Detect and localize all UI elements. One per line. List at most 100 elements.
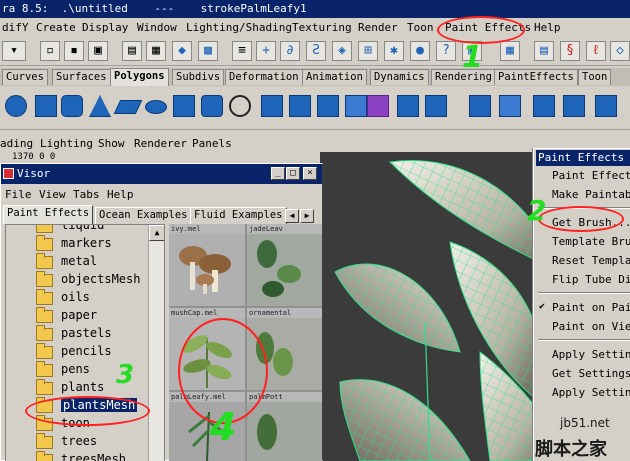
menu-item-make-paintable[interactable]: Make Paintable bbox=[552, 188, 630, 201]
menu-item-paint-on-paintable[interactable]: Paint on Paint bbox=[552, 301, 630, 314]
menu-item-reset-template[interactable]: Reset Template bbox=[552, 254, 630, 267]
close-icon[interactable]: × bbox=[303, 167, 317, 180]
brush-thumb-ivy[interactable]: ivy.mel bbox=[169, 224, 245, 306]
menu-item-paint-on-view[interactable]: Paint on View bbox=[552, 320, 630, 333]
folder-oils[interactable]: oils bbox=[36, 289, 156, 307]
minimize-icon[interactable]: _ bbox=[271, 167, 285, 180]
visor-menu-tabs[interactable]: Tabs bbox=[73, 188, 100, 201]
folder-liquid[interactable]: liquid bbox=[36, 225, 156, 235]
layer-editor-icon[interactable]: ◇ bbox=[610, 41, 630, 61]
input-line-icon[interactable]: § bbox=[560, 41, 580, 61]
select-object-icon[interactable]: ▦ bbox=[146, 41, 166, 61]
open-scene-icon[interactable]: ▪ bbox=[64, 41, 84, 61]
ipr-render-icon[interactable]: ? bbox=[436, 41, 456, 61]
visor-tab-paint-effects[interactable]: Paint Effects bbox=[3, 205, 94, 224]
folder-pens[interactable]: pens bbox=[36, 361, 156, 379]
folder-metal[interactable]: metal bbox=[36, 253, 156, 271]
split-polygon-icon[interactable] bbox=[496, 91, 524, 123]
visor-menu-view[interactable]: View bbox=[39, 188, 66, 201]
poly-helix-icon[interactable] bbox=[226, 91, 254, 123]
folder-markers[interactable]: markers bbox=[36, 235, 156, 253]
save-scene-icon[interactable]: ▣ bbox=[88, 41, 108, 61]
extrude-face-icon[interactable] bbox=[394, 91, 422, 123]
tab-deformation[interactable]: Deformation bbox=[225, 69, 303, 85]
menu-modify[interactable]: difY bbox=[2, 21, 29, 34]
folder-treesmesh[interactable]: treesMesh bbox=[36, 451, 156, 461]
visor-menu-file[interactable]: File bbox=[5, 188, 32, 201]
poly-prism-icon[interactable] bbox=[170, 91, 198, 123]
brush-thumb-jade-leaves[interactable]: jadeLeav bbox=[247, 224, 322, 306]
merge-icon[interactable] bbox=[560, 91, 588, 123]
poly-cone-icon[interactable] bbox=[86, 91, 114, 123]
select-component-icon[interactable]: ◆ bbox=[172, 41, 192, 61]
menu-lighting-shading[interactable]: Lighting/Shading bbox=[186, 21, 292, 34]
menu-window[interactable]: Window bbox=[137, 21, 177, 34]
folder-plants[interactable]: plants bbox=[36, 379, 156, 397]
menu-render[interactable]: Render bbox=[358, 21, 398, 34]
tab-dynamics[interactable]: Dynamics bbox=[370, 69, 429, 85]
tab-surfaces[interactable]: Surfaces bbox=[52, 69, 111, 85]
make-live-icon[interactable]: ⊞ bbox=[358, 41, 378, 61]
poke-icon[interactable] bbox=[592, 91, 620, 123]
poly-sphere-icon[interactable] bbox=[2, 91, 30, 123]
folder-trees[interactable]: trees bbox=[36, 433, 156, 451]
visor-menu-help[interactable]: Help bbox=[107, 188, 134, 201]
poly-pipe-icon[interactable] bbox=[198, 91, 226, 123]
tool-settings-icon[interactable]: ℓ bbox=[586, 41, 606, 61]
snap-grid-icon[interactable]: ▩ bbox=[198, 41, 218, 61]
attribute-editor-icon[interactable]: ▦ bbox=[500, 41, 520, 61]
menu-item-get-settings[interactable]: Get Settings bbox=[552, 367, 630, 380]
menu-display[interactable]: Display bbox=[82, 21, 128, 34]
folder-paper[interactable]: paper bbox=[36, 307, 156, 325]
snap-view-icon[interactable]: ◈ bbox=[332, 41, 352, 61]
separate-icon[interactable] bbox=[286, 91, 314, 123]
channel-box-icon[interactable]: ▤ bbox=[534, 41, 554, 61]
combine-icon[interactable] bbox=[258, 91, 286, 123]
panel-menu-panels[interactable]: Panels bbox=[192, 137, 232, 150]
folder-pastels[interactable]: pastels bbox=[36, 325, 156, 343]
menu-item-flip-tube-direction[interactable]: Flip Tube Dir bbox=[552, 273, 630, 286]
maximize-icon[interactable]: □ bbox=[286, 167, 300, 180]
menu-create[interactable]: Create bbox=[36, 21, 76, 34]
tab-animation[interactable]: Animation bbox=[302, 69, 367, 85]
panel-menu-lighting[interactable]: Lighting bbox=[40, 137, 93, 150]
history-icon[interactable]: ≡ bbox=[232, 41, 252, 61]
menu-help[interactable]: Help bbox=[534, 21, 561, 34]
snap-point-icon[interactable]: + bbox=[256, 41, 276, 61]
menu-item-apply-settings-2[interactable]: Apply Setting bbox=[552, 386, 630, 399]
folder-objectsmesh[interactable]: objectsMesh bbox=[36, 271, 156, 289]
panel-menu-show[interactable]: Show bbox=[98, 137, 125, 150]
tab-toon[interactable]: Toon bbox=[578, 69, 612, 85]
poly-torus-icon[interactable] bbox=[142, 91, 170, 123]
poly-plane-icon[interactable] bbox=[113, 91, 143, 123]
menu-texturing[interactable]: Texturing bbox=[292, 21, 352, 34]
tab-scroll-right-icon[interactable]: ▶ bbox=[300, 209, 314, 223]
tab-polygons[interactable]: Polygons bbox=[110, 68, 169, 86]
tab-subdivs[interactable]: Subdivs bbox=[172, 69, 225, 85]
construction-history-icon[interactable]: ✱ bbox=[384, 41, 404, 61]
visor-tab-ocean-examples[interactable]: Ocean Examples bbox=[95, 207, 192, 224]
mode-selector[interactable]: ▾ bbox=[2, 41, 26, 61]
snap-surface-icon[interactable]: Ƨ bbox=[306, 41, 326, 61]
poly-cube-icon[interactable] bbox=[32, 91, 60, 123]
scroll-up-icon[interactable]: ▲ bbox=[149, 225, 164, 241]
boolean-icon[interactable] bbox=[364, 91, 392, 123]
tab-painteffects[interactable]: PaintEffects bbox=[494, 69, 578, 85]
folder-pencils[interactable]: pencils bbox=[36, 343, 156, 361]
panel-menu-shading[interactable]: ading bbox=[0, 137, 33, 150]
visor-tab-fluid-examples[interactable]: Fluid Examples bbox=[190, 207, 287, 224]
new-scene-icon[interactable]: ▫ bbox=[40, 41, 60, 61]
menu-item-template-brush[interactable]: Template Brush bbox=[552, 235, 630, 248]
poly-cylinder-icon[interactable] bbox=[58, 91, 86, 123]
select-hierarchy-icon[interactable]: ▤ bbox=[122, 41, 142, 61]
bevel-icon[interactable] bbox=[530, 91, 558, 123]
tab-scroll-left-icon[interactable]: ◀ bbox=[285, 209, 299, 223]
folder-scrollbar[interactable]: ▲ bbox=[148, 225, 164, 461]
bridge-icon[interactable] bbox=[466, 91, 494, 123]
menu-item-apply-settings-1[interactable]: Apply Setting bbox=[552, 348, 630, 361]
panel-menu-renderer[interactable]: Renderer bbox=[134, 137, 187, 150]
menu-item-paint-effects-tool[interactable]: Paint Effects bbox=[552, 169, 630, 182]
extrude-edge-icon[interactable] bbox=[422, 91, 450, 123]
snap-curve-icon[interactable]: ∂ bbox=[280, 41, 300, 61]
tab-curves[interactable]: Curves bbox=[2, 69, 48, 85]
